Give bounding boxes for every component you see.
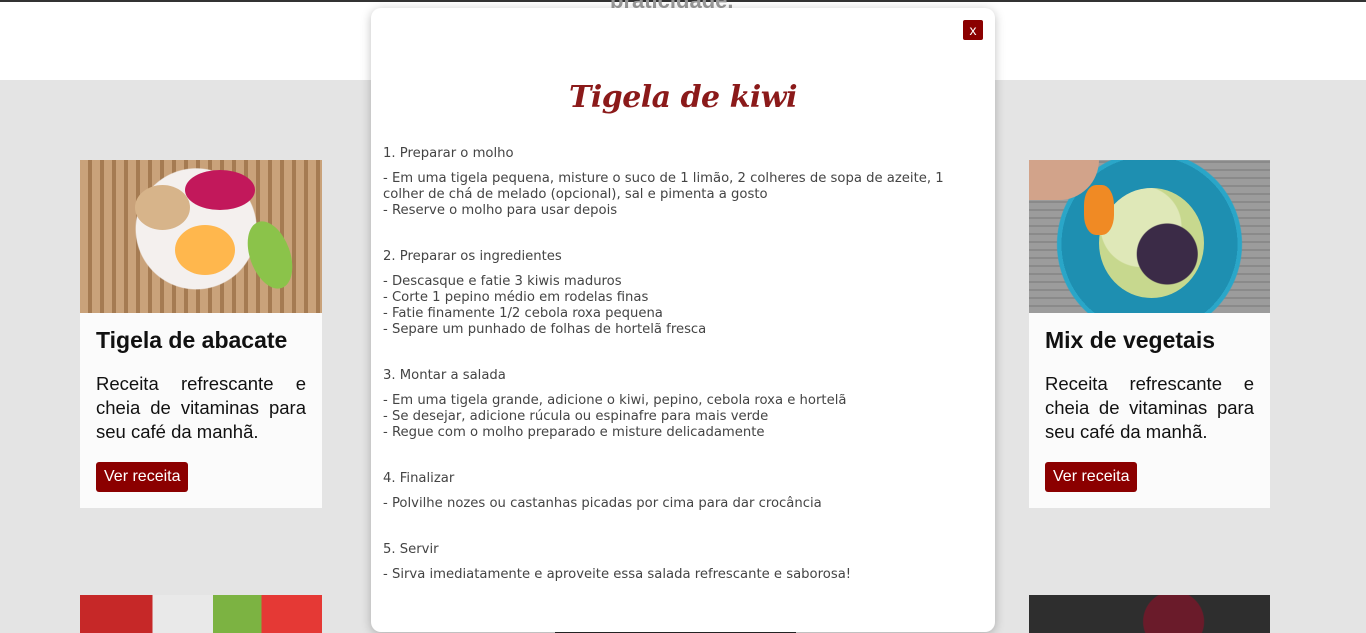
recipe-steps: 1. Preparar o molho - Em uma tigela pequ… [383,146,983,613]
step-line: - Corte 1 pepino médio em rodelas finas [383,290,649,305]
recipe-card-avocado: Tigela de abacate Receita refrescante e … [80,160,322,508]
card-description: Receita refrescante e cheia de vitaminas… [1045,373,1254,442]
step-line: - Reserve o molho para usar depois [383,203,618,218]
step-line: - Separe um punhado de folhas de hortelã… [383,322,707,337]
card-title: Tigela de abacate [96,327,288,353]
card-title: Mix de vegetais [1045,327,1216,353]
step-line: - Se desejar, adicione rúcula ou espinaf… [383,409,769,424]
step-line: - Descasque e fatie 3 kiwis maduros [383,274,622,289]
step-line: - Em uma tigela pequena, misture o suco … [383,171,944,202]
recipe-step: 3. Montar a salada - Em uma tigela grand… [383,368,983,441]
recipe-modal: x Tigela de kiwi 1. Preparar o molho - E… [371,8,995,632]
card-description: Receita refrescante e cheia de vitaminas… [96,373,306,442]
view-recipe-button[interactable]: Ver receita [96,462,189,492]
step-line: - Sirva imediatamente e aproveite essa s… [383,567,852,582]
recipe-step: 5. Servir - Sirva imediatamente e aprove… [383,542,983,583]
recipe-image-row2-left [80,595,322,633]
step-title: 4. Finalizar [383,471,455,486]
recipe-step: 4. Finalizar - Polvilhe nozes ou castanh… [383,471,983,512]
step-title: 3. Montar a salada [383,368,506,383]
recipe-image-avocado-bowl [80,160,322,313]
step-line: - Regue com o molho preparado e misture … [383,425,765,440]
step-title: 1. Preparar o molho [383,146,514,161]
step-title: 2. Preparar os ingredientes [383,249,562,264]
recipe-card-vegetables: Mix de vegetais Receita refrescante e ch… [1029,160,1270,508]
recipe-image-row2-right [1029,595,1270,633]
modal-title: Tigela de kiwi [569,80,797,115]
step-line: - Polvilhe nozes ou castanhas picadas po… [383,496,822,511]
recipe-image-vegetable-mix [1029,160,1270,313]
recipe-step: 2. Preparar os ingredientes - Descasque … [383,249,983,338]
step-line: - Em uma tigela grande, adicione o kiwi,… [383,393,847,408]
step-title: 5. Servir [383,542,439,557]
step-line: - Fatie finamente 1/2 cebola roxa pequen… [383,306,663,321]
view-recipe-button[interactable]: Ver receita [1045,462,1138,492]
recipe-step: 1. Preparar o molho - Em uma tigela pequ… [383,146,983,219]
close-button[interactable]: x [963,20,983,40]
